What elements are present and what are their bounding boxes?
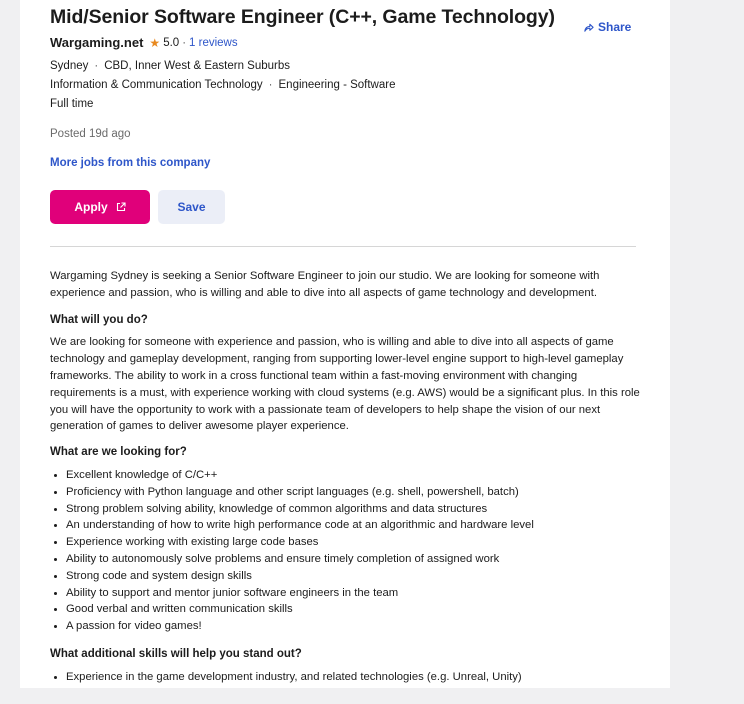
classification-link[interactable]: Information & Communication Technology: [50, 79, 263, 91]
company-name[interactable]: Wargaming.net: [50, 35, 143, 50]
rating-value: 5.0: [163, 36, 180, 49]
list-item: Ability to support and mentor junior sof…: [66, 585, 640, 602]
apply-label: Apply: [74, 200, 108, 214]
meta-separator: ·: [94, 60, 99, 72]
star-icon: ★: [149, 35, 161, 50]
list-item: A passion for video games!: [66, 618, 640, 635]
section-heading-additional-skills: What additional skills will help you sta…: [50, 647, 302, 660]
location-row: Sydney · CBD, Inner West & Eastern Suburbs: [50, 60, 290, 72]
apply-button[interactable]: Apply: [50, 190, 150, 224]
list-item: Strong code and system design skills: [66, 568, 640, 585]
location-link[interactable]: Sydney: [50, 60, 88, 72]
section-heading-what-are-we-looking-for: What are we looking for?: [50, 446, 187, 459]
share-button[interactable]: Share: [583, 19, 631, 35]
list-item: Ability to autonomously solve problems a…: [66, 551, 640, 568]
area-link[interactable]: CBD, Inner West & Eastern Suburbs: [104, 60, 290, 72]
meta-separator: ·: [268, 79, 273, 91]
more-jobs-link[interactable]: More jobs from this company: [50, 157, 210, 169]
list-item: Strong problem solving ability, knowledg…: [66, 501, 640, 518]
list-item: Excellent knowledge of C/C++: [66, 467, 640, 484]
reviews-link[interactable]: 1 reviews: [189, 37, 238, 49]
share-label: Share: [598, 20, 632, 34]
posted-date: Posted 19d ago: [50, 128, 131, 140]
section-heading-what-will-you-do: What will you do?: [50, 313, 148, 326]
list-item: An understanding of how to write high pe…: [66, 517, 640, 534]
job-title: Mid/Senior Software Engineer (C++, Game …: [50, 6, 555, 28]
list-item: Good verbal and written communication sk…: [66, 601, 640, 618]
list-item: Proficiency with Python language and oth…: [66, 484, 640, 501]
classification-row: Information & Communication Technology · E…: [50, 79, 395, 91]
requirements-list: Excellent knowledge of C/C++ Proficiency…: [50, 467, 640, 635]
company-row: Wargaming.net ★ 5.0 · 1 reviews: [50, 35, 238, 50]
divider: [50, 246, 636, 247]
work-type: Full time: [50, 98, 94, 110]
external-link-icon: [116, 202, 126, 212]
section-body-what-will-you-do: We are looking for someone with experien…: [50, 336, 640, 433]
share-icon: [584, 23, 594, 32]
rating-separator: ·: [182, 36, 187, 49]
extras-list: Experience in the game development indus…: [50, 669, 640, 686]
intro-paragraph: Wargaming Sydney is seeking a Senior Sof…: [50, 270, 600, 299]
list-item: Experience in the game development indus…: [66, 669, 640, 686]
save-button[interactable]: Save: [158, 190, 225, 224]
job-detail-card: Mid/Senior Software Engineer (C++, Game …: [20, 0, 670, 688]
subclassification-link[interactable]: Engineering - Software: [279, 79, 396, 91]
list-item: Experience working with existing large c…: [66, 534, 640, 551]
job-description: Wargaming Sydney is seeking a Senior Sof…: [50, 268, 640, 686]
